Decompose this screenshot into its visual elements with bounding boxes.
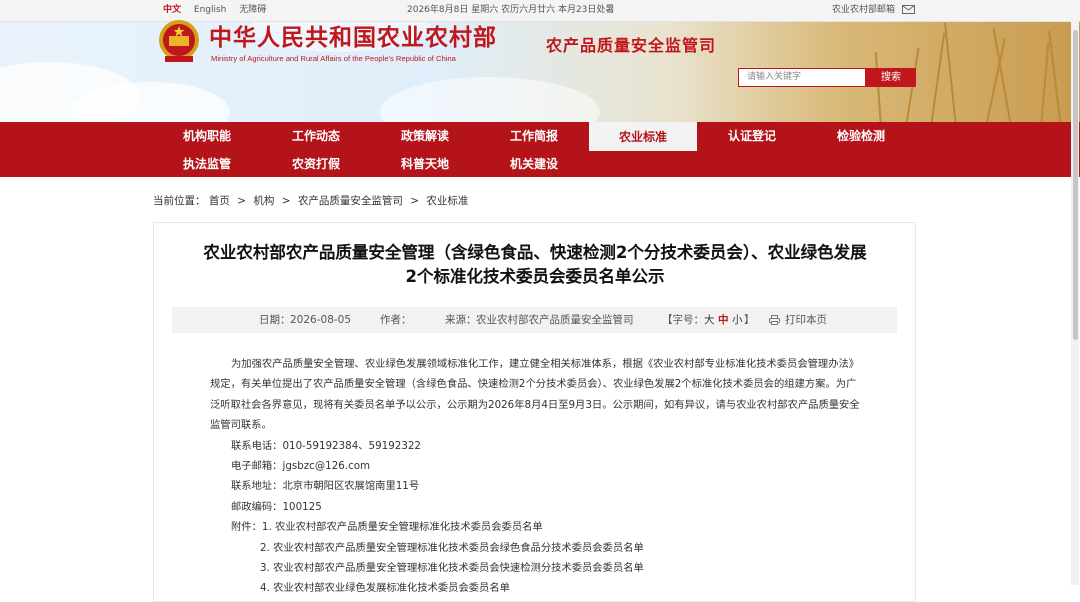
- article-paragraph: 为加强农产品质量安全管理、农业绿色发展领域标准化工作，建立健全相关标准体系，根据…: [210, 358, 860, 432]
- contact-phone: 联系电话：010-59192384、59192322: [231, 439, 421, 452]
- breadcrumb-separator: >: [237, 195, 246, 207]
- search-button[interactable]: 搜索: [866, 68, 916, 87]
- article-title: 农业农村部农产品质量安全管理（含绿色食品、快速检测2个分技术委员会）、农业绿色发…: [0, 241, 1070, 289]
- font-size-small-button[interactable]: 小: [732, 307, 743, 333]
- breadcrumb-separator: >: [281, 195, 291, 207]
- attachment-link[interactable]: 2. 农业农村部农产品质量安全管理标准化技术委员会绿色食品分技术委员会委员名单: [210, 538, 860, 558]
- department-title: 农产品质量安全监管司: [546, 36, 717, 55]
- article-title-line-1: 农业农村部农产品质量安全管理（含绿色食品、快速检测2个分技术委员会）、农业绿色发…: [203, 243, 867, 262]
- article-body: 为加强农产品质量安全管理、农业绿色发展领域标准化工作，建立健全相关标准体系，根据…: [210, 354, 860, 599]
- breadcrumb-current[interactable]: 农业标准: [426, 195, 468, 207]
- breadcrumb: 当前位置： 首页 > 机构 > 农产品质量安全监管司 > 农业标准: [153, 193, 472, 208]
- contact-email: 电子邮箱：jgsbzc@126.com: [231, 460, 371, 473]
- printer-icon[interactable]: [769, 315, 780, 325]
- accessibility-link[interactable]: 无障碍: [239, 5, 266, 15]
- article-meta-bar: 日期： 2026-08-05 作者： 来源： 农业农村部农产品质量安全监管司 【…: [172, 307, 897, 333]
- contact-address: 联系地址：北京市朝阳区农展馆南里11号: [231, 480, 420, 493]
- lang-chinese-link[interactable]: 中文: [163, 5, 181, 15]
- print-page-link[interactable]: 打印本页: [785, 307, 827, 333]
- breadcrumb-separator: >: [410, 195, 419, 207]
- meta-author-label: 作者：: [380, 314, 412, 326]
- main-nav-row-1: 机构职能 工作动态 政策解读 工作简报 农业标准 认证登记 检验检测: [0, 122, 1080, 152]
- nav-item-jiguan[interactable]: 机关建设: [480, 151, 588, 177]
- mailbox-link[interactable]: 农业农村部邮箱: [832, 0, 895, 21]
- page-scrollbar-thumb[interactable]: [1073, 30, 1078, 340]
- meta-source-label: 来源：: [445, 314, 477, 326]
- nav-item-gongzuodongtai[interactable]: 工作动态: [262, 122, 370, 151]
- nav-item-zhengce[interactable]: 政策解读: [371, 122, 479, 151]
- nav-item-nongyebiaozhun[interactable]: 农业标准: [589, 122, 697, 151]
- font-size-label-close: 】: [744, 314, 755, 326]
- nav-item-renzheng[interactable]: 认证登记: [698, 122, 806, 151]
- breadcrumb-label: 当前位置：: [153, 195, 206, 207]
- nav-item-jigou[interactable]: 机构职能: [153, 122, 261, 151]
- attachment-link[interactable]: 3. 农业农村部农产品质量安全管理标准化技术委员会快速检测分技术委员会委员名单: [210, 558, 860, 578]
- nav-item-jianyan[interactable]: 检验检测: [807, 122, 915, 151]
- nav-item-kepu[interactable]: 科普天地: [371, 151, 479, 177]
- main-nav-row-2: 执法监管 农资打假 科普天地 机关建设: [0, 151, 1080, 177]
- lang-english-link[interactable]: English: [194, 5, 227, 15]
- national-emblem-icon: [159, 20, 199, 62]
- font-size-medium-button[interactable]: 中: [718, 307, 729, 333]
- attachment-link[interactable]: 4. 农业农村部农业绿色发展标准化技术委员会委员名单: [210, 578, 860, 598]
- nav-item-jianbao[interactable]: 工作简报: [480, 122, 588, 151]
- nav-item-nongzi[interactable]: 农资打假: [262, 151, 370, 177]
- font-size-label-open: 【字号：: [662, 314, 704, 326]
- breadcrumb-dept[interactable]: 农产品质量安全监管司: [298, 195, 403, 207]
- meta-source: 农业农村部农产品质量安全监管司: [476, 314, 634, 326]
- site-subtitle: Ministry of Agriculture and Rural Affair…: [211, 54, 456, 63]
- attachments-row: 附件：1. 农业农村部农产品质量安全管理标准化技术委员会委员名单: [210, 517, 860, 537]
- postcode: 邮政编码：100125: [231, 500, 322, 513]
- article-title-line-2: 2个标准化技术委员会委员名单公示: [405, 267, 665, 286]
- meta-date: 2026-08-05: [290, 314, 352, 326]
- mail-icon[interactable]: [902, 5, 915, 14]
- breadcrumb-home[interactable]: 首页: [209, 195, 230, 207]
- font-size-large-button[interactable]: 大: [704, 307, 715, 333]
- attachments-label: 附件：: [231, 521, 262, 534]
- attachment-link[interactable]: 1. 农业农村部农产品质量安全管理标准化技术委员会委员名单: [262, 521, 543, 533]
- site-title[interactable]: 中华人民共和国农业农村部: [209, 18, 497, 52]
- search-input[interactable]: 请输入关键字: [738, 68, 866, 87]
- nav-item-zhifa[interactable]: 执法监管: [153, 151, 261, 177]
- breadcrumb-jigou[interactable]: 机构: [253, 195, 274, 207]
- meta-date-label: 日期：: [259, 314, 291, 326]
